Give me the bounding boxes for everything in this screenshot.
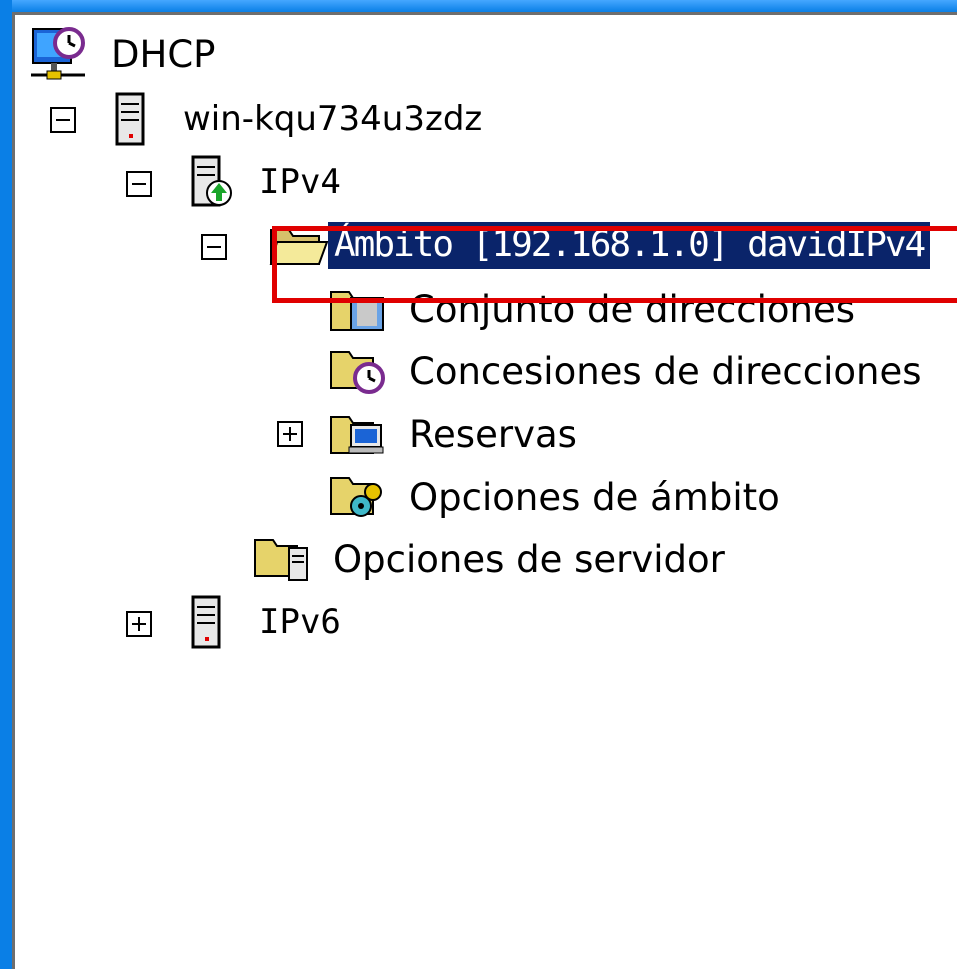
tree-node-label: Opciones de servidor [333, 537, 725, 581]
window-frame-top [0, 0, 957, 12]
tree-node-dhcp[interactable]: DHCP [29, 25, 215, 83]
tree-node-label: Reservas [409, 412, 577, 456]
server-icon [191, 595, 221, 649]
tree-node-label: Concesiones de direcciones [409, 349, 922, 393]
expand-toggle[interactable] [126, 611, 152, 637]
collapse-toggle[interactable] [50, 107, 76, 133]
scope-options-icon [330, 477, 382, 517]
tree-node-reservations[interactable]: Reservas [329, 405, 577, 463]
address-pool-icon [330, 291, 384, 331]
tree-node-scope-options[interactable]: Opciones de ámbito [329, 468, 780, 526]
server-options-icon [254, 539, 308, 581]
ipv4-server-icon [191, 155, 232, 207]
collapse-toggle[interactable] [126, 171, 152, 197]
tree-node-address-pool[interactable]: Conjunto de direcciones [329, 280, 855, 338]
tree-node-server-options[interactable]: Opciones de servidor [253, 530, 725, 588]
window-frame-left [0, 0, 12, 969]
tree-node-label: win-kqu734u3zdz [183, 99, 483, 139]
tree-node-address-leases[interactable]: Concesiones de direcciones [329, 342, 922, 400]
tree-node-label: Opciones de ámbito [409, 475, 780, 519]
folder-open-icon [269, 229, 329, 265]
reservations-icon [330, 416, 384, 454]
tree-node-ipv4[interactable]: IPv4 [187, 153, 341, 211]
address-leases-icon [330, 351, 385, 394]
tree-node-ipv6[interactable]: IPv6 [187, 593, 341, 651]
tree-node-label: Conjunto de direcciones [409, 287, 856, 331]
scope-label-selected: Ámbito [192.168.1.0] davidIPv4 [328, 221, 931, 269]
dhcp-clock-icon [31, 27, 85, 80]
tree-node-server[interactable]: win-kqu734u3zdz [111, 90, 482, 148]
server-icon [115, 92, 145, 146]
expand-toggle[interactable] [277, 421, 303, 447]
collapse-toggle[interactable] [201, 234, 227, 260]
tree-node-label: IPv6 [259, 602, 341, 642]
tree-node-label: IPv4 [259, 162, 341, 202]
console-tree-panel: DHCP win-kqu734u3zdz IPv4 Ámbito [192.16… [12, 12, 957, 969]
tree-node-label: DHCP [111, 32, 216, 76]
tree-node-scope[interactable]: Ámbito [192.168.1.0] davidIPv4 [269, 216, 931, 274]
